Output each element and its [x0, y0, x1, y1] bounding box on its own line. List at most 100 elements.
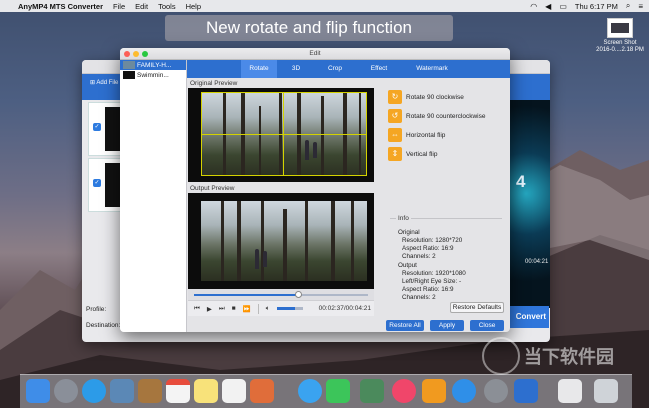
tab-crop[interactable]: Crop [317, 60, 353, 78]
add-file-label: Add File [96, 80, 119, 86]
menu-file[interactable]: File [113, 2, 125, 11]
volume-icon[interactable]: ◀ [545, 2, 551, 11]
info-original-aspect: Aspect Ratio: 16:9 [402, 245, 454, 252]
desktop-file-label-1: Screen Shot [603, 40, 637, 46]
file-item-label: FAMILY-H... [137, 61, 172, 69]
calendar-icon[interactable] [166, 379, 190, 403]
photos-icon[interactable] [250, 379, 274, 403]
menu-clock[interactable]: Thu 6:17 PM [575, 2, 618, 11]
anymp4-converter-icon[interactable] [514, 379, 538, 403]
checkbox-checked-icon[interactable]: ✓ [93, 123, 101, 131]
close-window-icon[interactable] [124, 51, 130, 57]
spotlight-search-icon[interactable]: ⌕ [626, 1, 630, 11]
reminders-icon[interactable] [222, 379, 246, 403]
apply-button[interactable]: Apply [430, 320, 464, 331]
profile-label: Profile: [86, 306, 107, 313]
controls-divider [257, 303, 259, 314]
volume-speaker-icon[interactable]: 🔈︎ [266, 305, 270, 313]
watermark-logo-icon [482, 337, 520, 375]
info-output-heading: Output [398, 262, 417, 269]
minimize-window-icon[interactable] [133, 51, 139, 57]
destination-label: Destination: [86, 322, 121, 329]
checkbox-checked-icon[interactable]: ✓ [93, 179, 101, 187]
tab-effect[interactable]: Effect [359, 60, 399, 78]
output-preview-pane [188, 193, 374, 289]
watermark-text: 当下软件园 [524, 347, 614, 367]
info-original-resolution: Resolution: 1280*720 [402, 237, 463, 244]
next-icon[interactable]: ⏩ [243, 305, 251, 313]
edit-dialog-titlebar[interactable]: Edit [120, 48, 510, 60]
file-thumb-icon [123, 71, 135, 79]
menu-edit[interactable]: Edit [135, 2, 148, 11]
tab-rotate[interactable]: Rotate [241, 60, 277, 78]
itunes-icon[interactable] [392, 379, 416, 403]
edit-dialog: Edit FAMILY-H... Swimmin... Rotate 3D Cr… [120, 48, 510, 332]
finder-icon[interactable] [26, 379, 50, 403]
desktop-file-label-2: 2016-0....2.18 PM [596, 47, 644, 53]
option-label: Rotate 90 clockwise [406, 93, 464, 101]
messages-icon[interactable] [298, 379, 322, 403]
ibooks-icon[interactable] [422, 379, 446, 403]
add-file-button[interactable]: ⊞ Add File [90, 79, 118, 86]
desktop-screenshot-file[interactable]: Screen Shot 2016-0....2.18 PM [596, 18, 644, 54]
launchpad-icon[interactable] [54, 379, 78, 403]
main-preview-time: 00:04:21 [525, 259, 549, 265]
notes-icon[interactable] [194, 379, 218, 403]
downloads-stack-icon[interactable] [558, 379, 582, 403]
info-output-resolution: Resolution: 1920*1080 [402, 270, 466, 277]
file-item-swimming[interactable]: Swimmin... [120, 70, 186, 80]
close-button[interactable]: Close [470, 320, 504, 331]
zoom-window-icon[interactable] [142, 51, 148, 57]
info-output-channels: Channels: 2 [402, 294, 436, 301]
previous-frame-icon[interactable]: ⏮ [194, 305, 200, 313]
contacts-icon[interactable] [138, 379, 162, 403]
edit-file-list: FAMILY-H... Swimmin... [120, 60, 187, 332]
file-thumbnail-icon [607, 18, 633, 38]
system-preferences-icon[interactable] [484, 379, 508, 403]
menu-help[interactable]: Help [186, 2, 201, 11]
photo-app-icon[interactable] [110, 379, 134, 403]
menu-app-name[interactable]: AnyMP4 MTS Converter [18, 2, 103, 11]
fast-forward-icon[interactable]: ⏭ [219, 305, 225, 313]
volume-fill [276, 307, 295, 310]
feature-banner: New rotate and flip function [165, 15, 453, 41]
horizontal-flip-option[interactable]: ⇔ Horizontal flip [388, 128, 445, 142]
notification-center-icon[interactable]: ≡ [638, 2, 643, 11]
play-icon[interactable]: ▶ [207, 305, 212, 313]
vertical-flip-option[interactable]: ⇕ Vertical flip [388, 147, 437, 161]
option-label: Vertical flip [406, 150, 438, 158]
edit-tabs: Rotate 3D Crop Effect Watermark [187, 60, 510, 78]
app-store-icon[interactable] [452, 379, 476, 403]
restore-all-button[interactable]: Restore All [386, 320, 424, 331]
original-preview-pane [188, 88, 374, 182]
option-label: Horizontal flip [406, 131, 446, 139]
progress-knob[interactable] [295, 291, 303, 298]
info-original-heading: Original [398, 229, 420, 236]
info-original-channels: Channels: 2 [402, 253, 436, 260]
playback-controls: ⏮ ▶ ⏭ ■ ⏩ 🔈︎ 00:02:37/00:04:21 [188, 300, 374, 316]
file-item-label: Swimmin... [137, 71, 169, 79]
original-preview-label: Original Preview [190, 80, 238, 87]
restore-defaults-button[interactable]: Restore Defaults [450, 302, 504, 313]
output-preview-label: Output Preview [190, 185, 235, 192]
playback-progress-bar[interactable] [188, 289, 374, 300]
battery-icon[interactable]: ▭ [559, 2, 567, 11]
menu-tools[interactable]: Tools [158, 2, 176, 11]
info-output-aspect: Aspect Ratio: 16:9 [402, 286, 454, 293]
volume-slider[interactable] [276, 307, 303, 310]
convert-button[interactable]: Convert [509, 306, 549, 328]
photo-booth-icon[interactable] [360, 379, 384, 403]
trash-icon[interactable] [594, 379, 618, 403]
tab-3d[interactable]: 3D [281, 60, 311, 78]
facetime-icon[interactable] [326, 379, 350, 403]
file-item-family[interactable]: FAMILY-H... [120, 60, 186, 70]
vertical-flip-icon: ⇕ [388, 147, 402, 161]
stop-icon[interactable]: ■ [232, 305, 236, 312]
tab-watermark[interactable]: Watermark [407, 60, 457, 78]
safari-icon[interactable] [82, 379, 106, 403]
wifi-icon[interactable]: ◠ [530, 2, 537, 11]
rotate-clockwise-option[interactable]: ↻ Rotate 90 clockwise [388, 90, 464, 104]
rotate-counterclockwise-option[interactable]: ↺ Rotate 90 counterclockwise [388, 109, 486, 123]
horizontal-flip-icon: ⇔ [388, 128, 402, 142]
main-preview-pane: 4 [510, 100, 550, 308]
